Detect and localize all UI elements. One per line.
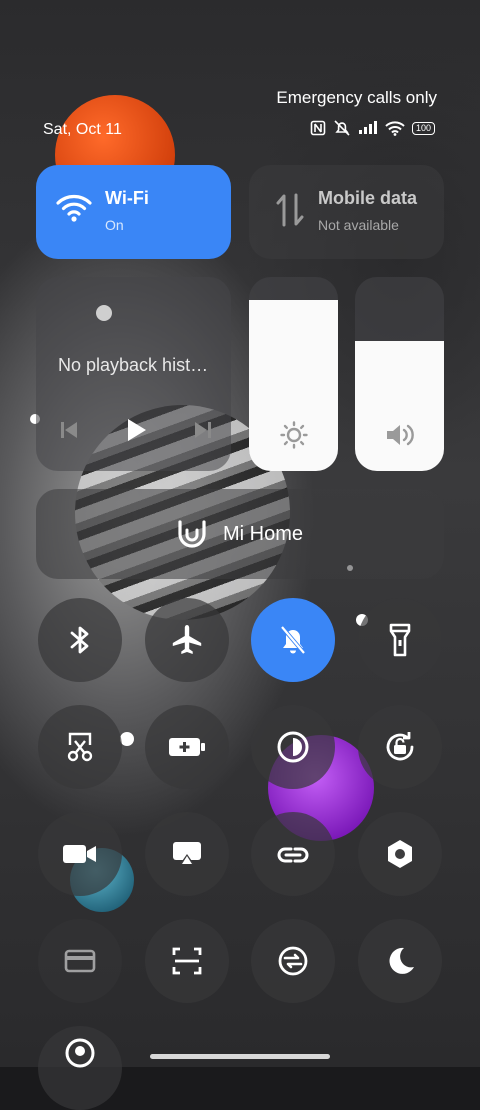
screen-recorder-toggle[interactable] [38,812,122,896]
wifi-status: On [105,217,124,233]
wifi-status-icon [385,120,405,136]
hexagon-settings-icon [388,840,412,868]
moon-icon [389,947,414,974]
extra-toggle[interactable] [38,1026,122,1110]
bell-off-icon [280,625,306,655]
flashlight-icon [389,623,411,657]
wallpaper-star [120,732,134,746]
battery-indicator: 100 [411,121,435,135]
wifi-title: Wi-Fi [105,188,149,208]
play-icon[interactable] [123,417,149,443]
wifi-tile[interactable]: Wi-Fi On [36,165,231,259]
signal-icon [358,121,377,134]
sync-icon [278,946,308,976]
airplane-mode-toggle[interactable] [145,598,229,682]
brightness-slider[interactable] [249,277,338,471]
media-source-dot [96,305,112,321]
bluetooth-toggle[interactable] [38,598,122,682]
volume-icon [386,424,414,446]
mobile-data-icon [276,193,304,227]
card-toggle[interactable] [38,919,122,1003]
volume-fill [355,341,444,471]
date-label: Sat, Oct 11 [43,121,122,138]
mi-home-label: Mi Home [222,522,303,545]
silent-mode-toggle[interactable] [251,598,335,682]
brightness-icon [279,421,308,449]
mobile-data-tile[interactable]: Mobile data Not available [249,165,444,259]
bluetooth-icon [70,626,89,654]
data-sync-toggle[interactable] [251,919,335,1003]
auto-rotate-toggle[interactable] [358,705,442,789]
volume-slider[interactable] [355,277,444,471]
rotation-lock-icon [386,732,414,761]
flashlight-toggle[interactable] [358,598,442,682]
scanner-toggle[interactable] [145,919,229,1003]
video-camera-icon [63,845,96,863]
carrier-status: Emergency calls only [276,88,437,107]
screen-cast-icon [173,842,201,864]
previous-track-icon[interactable] [58,419,80,441]
scissors-screenshot-icon [67,732,93,762]
mute-status-icon [334,120,350,136]
settings-toggle[interactable] [358,812,442,896]
status-icons: 100 [310,120,435,136]
nfc-icon [310,120,326,136]
scan-icon [172,947,202,975]
mi-home-icon [178,520,206,548]
cast-toggle[interactable] [145,812,229,896]
link-toggle[interactable] [251,812,335,896]
contrast-icon [277,731,309,763]
link-icon [277,847,309,863]
battery-saver-toggle[interactable] [145,705,229,789]
circle-icon [65,1038,95,1068]
home-indicator[interactable] [150,1054,330,1059]
mobile-data-title: Mobile data [318,188,418,208]
battery-plus-icon [169,738,205,756]
media-player-tile[interactable]: No playback hist… [36,277,231,471]
wifi-icon [56,195,92,222]
screenshot-toggle[interactable] [38,705,122,789]
mi-home-tile[interactable]: Mi Home [36,489,444,579]
mobile-data-status: Not available [318,217,399,233]
media-controls [58,417,214,443]
media-status-text: No playback hist… [58,355,209,375]
reading-mode-toggle[interactable] [251,705,335,789]
airplane-icon [172,625,202,654]
next-track-icon[interactable] [192,419,214,441]
card-icon [64,949,96,973]
dark-mode-toggle[interactable] [358,919,442,1003]
